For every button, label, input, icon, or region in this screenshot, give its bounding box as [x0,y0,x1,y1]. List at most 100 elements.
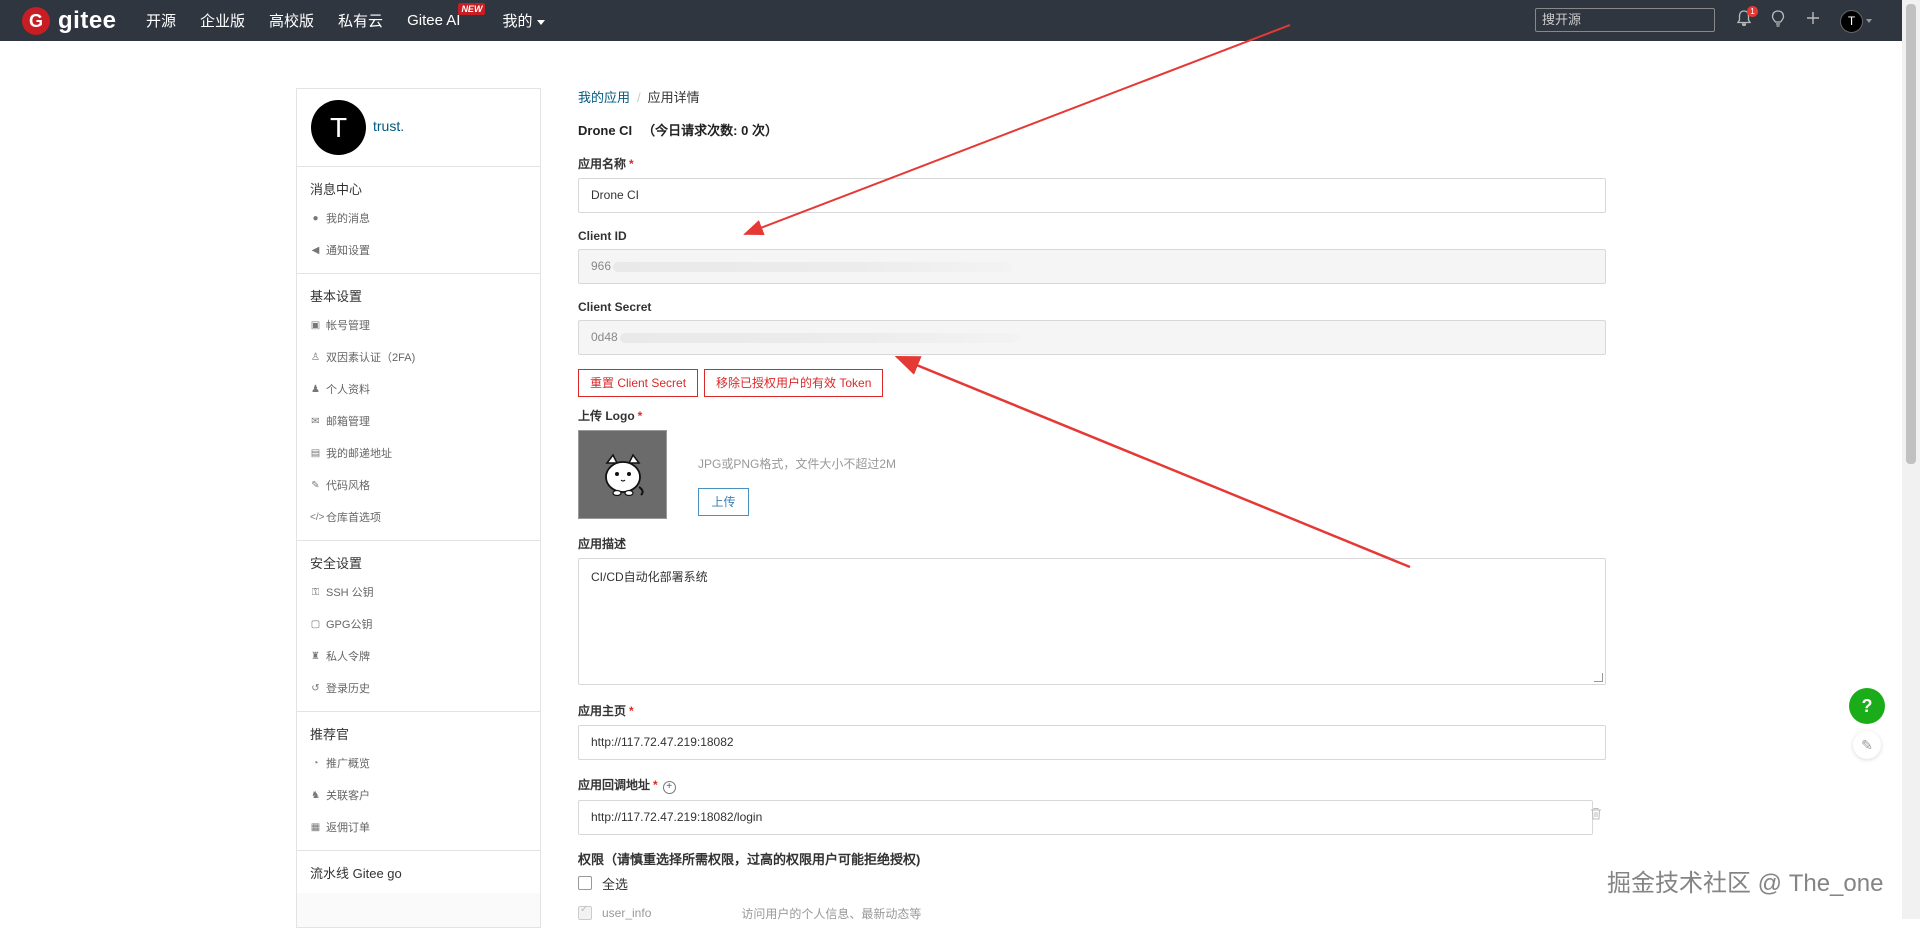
perm-user-info-label: user_info [602,906,652,920]
history-icon: ↺ [311,683,320,694]
reset-client-secret-button[interactable]: 重置 Client Secret [578,369,699,397]
select-all-label[interactable]: 全选 [602,874,628,893]
sidebar-item-label: 代码风格 [326,480,370,492]
logo-hint: JPG或PNG格式，文件大小不超过2M [698,457,897,471]
help-button[interactable]: ? [1849,688,1885,724]
sidebar-item-address[interactable]: ▤ 我的邮递地址 [297,438,540,470]
select-all-checkbox[interactable] [578,876,592,890]
settings-sidebar: T trust. 消息中心 ● 我的消息 ◀ 通知设置 基本设置 ▣ 帐号管理 ♙ 双因… [296,88,541,928]
sidebar-item-label: 关联客户 [326,790,370,802]
sidebar-item-gpg-keys[interactable]: ▢ GPG公钥 [297,609,540,641]
homepage-label: 应用主页 * [578,704,634,718]
breadcrumb-separator: / [637,90,641,105]
sidebar-user-card: T trust. [297,89,540,167]
sidebar-item-2fa[interactable]: ♙ 双因素认证（2FA) [297,342,540,374]
sidebar-item-account[interactable]: ▣ 帐号管理 [297,310,540,342]
sidebar-username[interactable]: trust. [373,118,404,134]
client-id-prefix: 966 [591,259,612,273]
sidebar-item-code-style[interactable]: ✎ 代码风格 [297,470,540,502]
sidebar-group-title: 推荐官 [310,727,350,742]
secret-actions: 重置 Client Secret 移除已授权用户的有效 Token [578,369,1608,397]
client-id-field[interactable]: 966 [578,249,1606,284]
permissions-label: 权限（请慎重选择所需权限，过高的权限用户可能拒绝授权) [578,852,921,867]
sidebar-item-linked-customers[interactable]: ♞ 关联客户 [297,780,540,812]
client-secret-field[interactable]: 0d48 [578,320,1606,355]
logo-label: 上传 Logo * [578,409,643,423]
client-secret-prefix: 0d48 [591,330,618,344]
sidebar-item-my-messages[interactable]: ● 我的消息 [297,203,540,235]
logo-upload-row: JPG或PNG格式，文件大小不超过2M 上传 [578,430,1608,519]
nav-item-enterprise[interactable]: 企业版 [200,10,245,31]
nav-item-private-cloud[interactable]: 私有云 [338,10,383,31]
app-name-input[interactable]: Drone CI [578,178,1606,213]
sidebar-item-label: 帐号管理 [326,320,370,332]
sidebar-item-referral-overview[interactable]: ◔ 推广概览 [297,748,540,780]
sidebar-item-label: 推广概览 [326,758,370,770]
cat-logo-icon [605,453,644,497]
client-id-label: Client ID [578,229,627,243]
nav-menu: 开源 企业版 高校版 私有云 Gitee AI NEW 我的 [146,0,569,41]
feedback-edit-icon[interactable]: ✎ [1853,731,1881,759]
sidebar-group-referral: 推荐官 ◔ 推广概览 ♞ 关联客户 ▦ 返佣订单 [297,712,540,851]
homepage-input[interactable]: http://117.72.47.219:18082 [578,725,1606,760]
breadcrumb-my-apps[interactable]: 我的应用 [578,90,630,105]
revoke-tokens-button[interactable]: 移除已授权用户的有效 Token [704,369,884,397]
sidebar-item-label: 我的邮递地址 [326,448,392,460]
sidebar-item-private-tokens[interactable]: ♜ 私人令牌 [297,641,540,673]
sidebar-group-title: 安全设置 [310,556,363,571]
sidebar-item-gitee-go[interactable]: 流水线 Gitee go [297,861,540,887]
sidebar-item-email[interactable]: ✉ 邮箱管理 [297,406,540,438]
new-badge: NEW [458,3,486,15]
sidebar-item-label: 个人资料 [326,384,370,396]
user-icon: ♟ [311,384,320,395]
code-icon: </> [310,512,325,523]
sidebar-item-login-history[interactable]: ↺ 登录历史 [297,673,540,705]
upload-logo-button[interactable]: 上传 [698,488,749,516]
sidebar-item-label: 仓库首选项 [326,512,381,524]
callback-label: 应用回调地址 * + [578,776,1608,794]
sidebar-group-security: 安全设置 ⚿ SSH 公钥 ▢ GPG公钥 ♜ 私人令牌 ↺ 登录历史 [297,541,540,712]
nav-item-open-source[interactable]: 开源 [146,10,176,31]
breadcrumb: 我的应用 / 应用详情 [578,88,1608,108]
sidebar-group-title: 基本设置 [310,289,363,304]
sidebar-group-pipeline: 流水线 Gitee go [297,851,540,893]
sidebar-avatar[interactable]: T [311,100,366,155]
sidebar-item-label: 双因素认证（2FA) [326,352,416,364]
callback-url-input[interactable]: http://117.72.47.219:18082/login [578,800,1593,835]
user-avatar[interactable]: T [1840,10,1863,33]
resize-grip[interactable] [1594,673,1603,682]
add-callback-icon[interactable]: + [662,781,676,794]
select-all-row: 全选 [578,873,1608,893]
bell-icon[interactable]: 1 [1734,6,1758,30]
sidebar-item-label: GPG公钥 [326,619,373,631]
sidebar-item-ssh-keys[interactable]: ⚿ SSH 公钥 [297,577,540,609]
gitee-logo[interactable]: G gitee [22,6,117,36]
customer-icon: ♞ [311,790,320,801]
id-card-icon: ▣ [310,320,321,331]
sidebar-item-label: 私人令牌 [326,651,370,663]
page-scrollbar-thumb[interactable] [1906,4,1916,464]
chevron-down-icon[interactable] [1866,19,1872,23]
perm-user-info-row: user_info 访问用户的个人信息、最新动态等 [578,903,1608,923]
description-textarea[interactable]: CI/CD自动化部署系统 [578,558,1606,685]
sidebar-item-label: 我的消息 [326,213,370,225]
perm-user-info-checkbox[interactable] [578,904,592,920]
order-icon: ▦ [310,822,321,833]
sidebar-item-commission-orders[interactable]: ▦ 返佣订单 [297,812,540,844]
pie-icon: ◔ [312,758,319,769]
sidebar-item-repo-preferences[interactable]: </> 仓库首选项 [297,502,540,534]
client-secret-label: Client Secret [578,300,652,314]
bell-icon: ● [312,213,319,224]
description-label: 应用描述 [578,537,627,551]
nav-item-gitee-ai[interactable]: Gitee AI NEW [407,3,486,29]
sidebar-item-notification-settings[interactable]: ◀ 通知设置 [297,235,540,267]
nav-item-mine-dropdown[interactable]: 我的 [502,10,545,31]
lightbulb-icon[interactable] [1768,10,1788,30]
nav-item-education[interactable]: 高校版 [269,10,314,31]
delete-callback-icon[interactable] [1590,807,1603,821]
sidebar-item-profile[interactable]: ♟ 个人资料 [297,374,540,406]
plus-icon[interactable] [1803,10,1823,30]
request-count: （今日请求次数: 0 次） [642,123,778,138]
search-input[interactable]: 搜开源 [1535,8,1715,32]
sidebar-item-label: SSH 公钥 [326,587,374,599]
